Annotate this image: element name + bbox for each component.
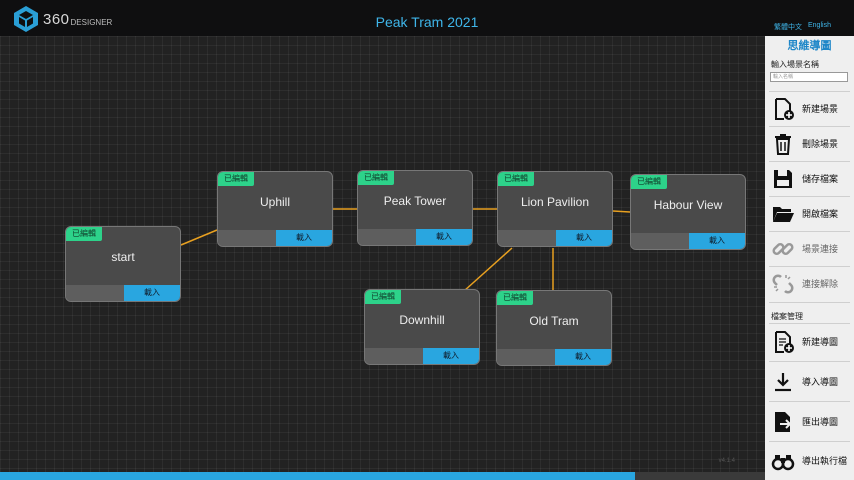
page-title: Peak Tram 2021 xyxy=(375,14,479,30)
file-management-label: 檔案管理 xyxy=(771,312,803,321)
divider xyxy=(769,441,850,442)
scene-node-peak-tower[interactable]: 已編輯 Peak Tower 載入 xyxy=(357,170,473,246)
load-button[interactable]: 載入 xyxy=(124,285,180,301)
sidebar-panel: 思維導圖 輸入場景名稱 輸入名稱 新建場景 刪除場景 儲存檔案 開啟檔案 場景連… xyxy=(765,36,854,480)
version-label: v4.1.4 xyxy=(718,458,735,464)
export-icon xyxy=(770,409,796,435)
load-button[interactable]: 載入 xyxy=(555,349,611,365)
link-lion-pavilion-habour-view xyxy=(612,210,631,213)
link-scene-label: 場景連接 xyxy=(802,244,839,254)
divider xyxy=(769,361,850,362)
save-icon xyxy=(770,166,796,192)
new-map-label: 新建導圖 xyxy=(802,337,839,347)
divider xyxy=(769,302,850,303)
unlink-scene-button[interactable]: 連接解除 xyxy=(770,267,852,300)
new-scene-button[interactable]: 新建場景 xyxy=(770,92,852,125)
scene-name: Lion Pavilion xyxy=(520,195,590,209)
load-button[interactable]: 載入 xyxy=(276,230,332,246)
scene-node-old-tram[interactable]: 已編輯 Old Tram 載入 xyxy=(496,290,612,366)
link-lion-pavilion-downhill xyxy=(463,247,513,292)
link-scene-button[interactable]: 場景連接 xyxy=(770,232,852,265)
scene-name: Uphill xyxy=(259,195,290,209)
top-bar: 360 DESIGNER Peak Tram 2021 繁體中文 English xyxy=(0,0,854,36)
sidebar-title: 思維導圖 xyxy=(787,40,832,52)
link-start-uphill xyxy=(180,229,218,246)
delete-scene-label: 刪除場景 xyxy=(802,139,839,149)
scene-name: Old Tram xyxy=(529,314,579,328)
scene-name: Downhill xyxy=(399,313,445,327)
scene-name: start xyxy=(111,250,135,264)
open-file-button[interactable]: 開啟檔案 xyxy=(770,197,852,230)
save-file-label: 儲存檔案 xyxy=(802,174,839,184)
progress-fill xyxy=(0,472,635,480)
export-map-button[interactable]: 匯出導圖 xyxy=(770,405,852,438)
import-map-label: 導入導圖 xyxy=(802,377,839,387)
scene-name-input[interactable]: 輸入名稱 xyxy=(770,72,848,82)
lang-english-link[interactable]: English xyxy=(808,22,831,29)
import-icon xyxy=(770,369,796,395)
load-button[interactable]: 載入 xyxy=(556,230,612,246)
export-map-label: 匯出導圖 xyxy=(802,417,839,427)
new-scene-label: 新建場景 xyxy=(802,104,839,114)
divider xyxy=(769,323,850,324)
unlink-icon xyxy=(770,271,796,297)
lang-traditional-chinese-link[interactable]: 繁體中文 xyxy=(774,22,802,32)
scene-node-lion-pavilion[interactable]: 已編輯 Lion Pavilion 載入 xyxy=(497,171,613,247)
new-file-icon xyxy=(770,96,796,122)
new-map-icon xyxy=(770,329,796,355)
load-button[interactable]: 載入 xyxy=(689,233,745,249)
folder-icon xyxy=(770,201,796,227)
edited-tag: 已編輯 xyxy=(365,290,401,304)
progress-bar xyxy=(0,472,765,480)
scene-node-start[interactable]: 已編輯 start 載入 xyxy=(65,226,181,302)
export-executable-label: 導出執行檔 xyxy=(802,456,848,466)
export-executable-button[interactable]: 導出執行檔 xyxy=(770,444,852,477)
save-file-button[interactable]: 儲存檔案 xyxy=(770,162,852,195)
edited-tag: 已編輯 xyxy=(498,172,534,186)
edited-tag: 已編輯 xyxy=(66,227,102,241)
import-map-button[interactable]: 導入導圖 xyxy=(770,365,852,398)
scene-node-habour-view[interactable]: 已編輯 Habour View 載入 xyxy=(630,174,746,250)
edited-tag: 已編輯 xyxy=(631,175,667,189)
link-icon xyxy=(770,236,796,262)
edited-tag: 已編輯 xyxy=(218,172,254,186)
binoculars-icon xyxy=(770,448,796,474)
scene-name: Peak Tower xyxy=(383,194,447,208)
edited-tag: 已編輯 xyxy=(358,171,394,185)
open-file-label: 開啟檔案 xyxy=(802,209,839,219)
scene-node-downhill[interactable]: 已編輯 Downhill 載入 xyxy=(364,289,480,365)
scene-name: Habour View xyxy=(653,198,723,212)
unlink-scene-label: 連接解除 xyxy=(802,279,839,289)
divider xyxy=(769,401,850,402)
load-button[interactable]: 載入 xyxy=(416,229,472,245)
trash-icon xyxy=(770,131,796,157)
load-button[interactable]: 載入 xyxy=(423,348,479,364)
scene-name-label: 輸入場景名稱 xyxy=(771,60,819,69)
new-map-button[interactable]: 新建導圖 xyxy=(770,325,852,358)
edited-tag: 已編輯 xyxy=(497,291,533,305)
mind-map-canvas[interactable]: 已編輯 start 載入 已編輯 Uphill 載入 已編輯 Peak Towe… xyxy=(0,36,765,472)
scene-node-uphill[interactable]: 已編輯 Uphill 載入 xyxy=(217,171,333,247)
delete-scene-button[interactable]: 刪除場景 xyxy=(770,127,852,160)
